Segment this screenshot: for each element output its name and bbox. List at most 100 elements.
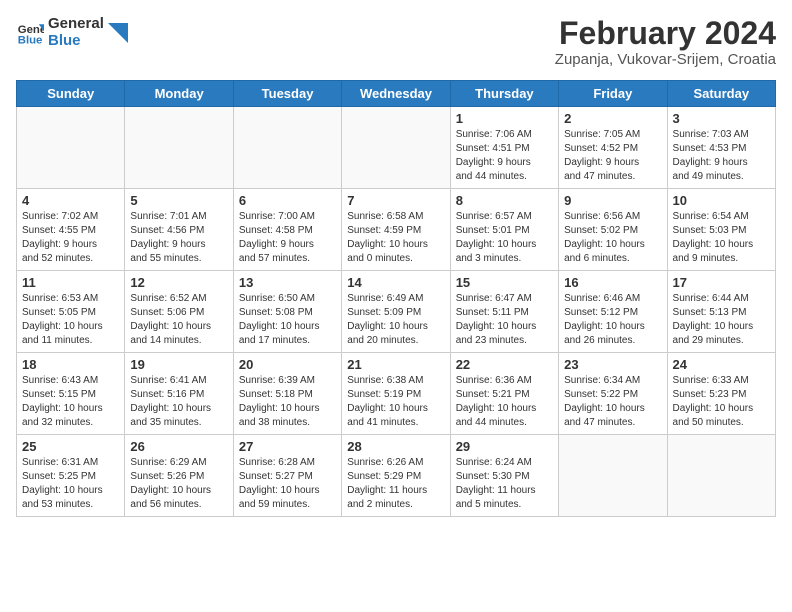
calendar-table: SundayMondayTuesdayWednesdayThursdayFrid…	[16, 80, 776, 517]
svg-text:Blue: Blue	[18, 34, 43, 46]
weekday-header: Saturday	[667, 81, 775, 107]
day-number: 8	[456, 193, 553, 208]
calendar-cell	[342, 107, 450, 189]
calendar-cell	[125, 107, 233, 189]
calendar-cell: 3 Sunrise: 7:03 AMSunset: 4:53 PMDaylight…	[667, 107, 775, 189]
calendar-cell	[17, 107, 125, 189]
calendar-title: February 2024	[555, 16, 776, 51]
day-info: Sunrise: 6:31 AMSunset: 5:25 PMDaylight:…	[22, 456, 119, 512]
page-header: General Blue General Blue February 2024 …	[16, 16, 776, 68]
day-info: Sunrise: 6:56 AMSunset: 5:02 PMDaylight:…	[564, 210, 661, 266]
calendar-cell: 15Sunrise: 6:47 AMSunset: 5:11 PMDayligh…	[450, 271, 558, 353]
calendar-cell: 7 Sunrise: 6:58 AMSunset: 4:59 PMDaylight…	[342, 189, 450, 271]
logo: General Blue General Blue	[16, 16, 128, 49]
day-number: 3	[673, 111, 770, 126]
day-info: Sunrise: 6:26 AMSunset: 5:29 PMDaylight:…	[347, 456, 444, 512]
day-info: Sunrise: 7:03 AMSunset: 4:53 PMDaylight:…	[673, 128, 770, 184]
logo-icon: General Blue	[16, 19, 44, 47]
calendar-cell: 20Sunrise: 6:39 AMSunset: 5:18 PMDayligh…	[233, 353, 341, 435]
calendar-cell: 29 Sunrise: 6:24 AMSunset: 5:30 PMDayligh…	[450, 435, 558, 517]
calendar-cell: 18 Sunrise: 6:43 AMSunset: 5:15 PMDayligh…	[17, 353, 125, 435]
day-info: Sunrise: 6:58 AMSunset: 4:59 PMDaylight:…	[347, 210, 444, 266]
day-number: 27	[239, 439, 336, 454]
day-info: Sunrise: 6:36 AMSunset: 5:21 PMDaylight:…	[456, 374, 553, 430]
calendar-cell: 19 Sunrise: 6:41 AMSunset: 5:16 PMDayligh…	[125, 353, 233, 435]
calendar-cell: 10 Sunrise: 6:54 AMSunset: 5:03 PMDayligh…	[667, 189, 775, 271]
calendar-week-row: 11 Sunrise: 6:53 AMSunset: 5:05 PMDayligh…	[17, 271, 776, 353]
day-number: 19	[130, 357, 227, 372]
calendar-cell: 25 Sunrise: 6:31 AMSunset: 5:25 PMDayligh…	[17, 435, 125, 517]
weekday-header: Wednesday	[342, 81, 450, 107]
calendar-cell: 21Sunrise: 6:38 AMSunset: 5:19 PMDayligh…	[342, 353, 450, 435]
day-number: 6	[239, 193, 336, 208]
calendar-cell	[559, 435, 667, 517]
calendar-cell: 12Sunrise: 6:52 AMSunset: 5:06 PMDayligh…	[125, 271, 233, 353]
calendar-cell: 16 Sunrise: 6:46 AMSunset: 5:12 PMDayligh…	[559, 271, 667, 353]
calendar-week-row: 18 Sunrise: 6:43 AMSunset: 5:15 PMDayligh…	[17, 353, 776, 435]
day-number: 12	[130, 275, 227, 290]
calendar-week-row: 4 Sunrise: 7:02 AMSunset: 4:55 PMDaylight…	[17, 189, 776, 271]
calendar-cell: 26 Sunrise: 6:29 AMSunset: 5:26 PMDayligh…	[125, 435, 233, 517]
weekday-header: Tuesday	[233, 81, 341, 107]
day-info: Sunrise: 6:57 AMSunset: 5:01 PMDaylight:…	[456, 210, 553, 266]
day-number: 10	[673, 193, 770, 208]
calendar-cell	[233, 107, 341, 189]
day-number: 22	[456, 357, 553, 372]
day-info: Sunrise: 6:29 AMSunset: 5:26 PMDaylight:…	[130, 456, 227, 512]
calendar-cell: 4 Sunrise: 7:02 AMSunset: 4:55 PMDaylight…	[17, 189, 125, 271]
calendar-cell: 27 Sunrise: 6:28 AMSunset: 5:27 PMDayligh…	[233, 435, 341, 517]
day-number: 7	[347, 193, 444, 208]
calendar-cell: 9 Sunrise: 6:56 AMSunset: 5:02 PMDaylight…	[559, 189, 667, 271]
day-info: Sunrise: 6:44 AMSunset: 5:13 PMDaylight:…	[673, 292, 770, 348]
day-number: 18	[22, 357, 119, 372]
day-info: Sunrise: 7:01 AMSunset: 4:56 PMDaylight:…	[130, 210, 227, 266]
day-number: 13	[239, 275, 336, 290]
day-info: Sunrise: 6:24 AMSunset: 5:30 PMDaylight:…	[456, 456, 553, 512]
day-info: Sunrise: 6:43 AMSunset: 5:15 PMDaylight:…	[22, 374, 119, 430]
calendar-cell	[667, 435, 775, 517]
calendar-week-row: 25 Sunrise: 6:31 AMSunset: 5:25 PMDayligh…	[17, 435, 776, 517]
day-info: Sunrise: 6:47 AMSunset: 5:11 PMDaylight:…	[456, 292, 553, 348]
day-number: 28	[347, 439, 444, 454]
calendar-cell: 17 Sunrise: 6:44 AMSunset: 5:13 PMDayligh…	[667, 271, 775, 353]
day-number: 9	[564, 193, 661, 208]
day-info: Sunrise: 6:50 AMSunset: 5:08 PMDaylight:…	[239, 292, 336, 348]
calendar-cell: 22 Sunrise: 6:36 AMSunset: 5:21 PMDayligh…	[450, 353, 558, 435]
calendar-week-row: 1Sunrise: 7:06 AMSunset: 4:51 PMDaylight…	[17, 107, 776, 189]
day-number: 21	[347, 357, 444, 372]
day-number: 25	[22, 439, 119, 454]
day-number: 14	[347, 275, 444, 290]
calendar-subtitle: Zupanja, Vukovar-Srijem, Croatia	[555, 51, 776, 68]
weekday-header: Friday	[559, 81, 667, 107]
calendar-cell: 13 Sunrise: 6:50 AMSunset: 5:08 PMDayligh…	[233, 271, 341, 353]
day-number: 24	[673, 357, 770, 372]
calendar-cell: 6Sunrise: 7:00 AMSunset: 4:58 PMDaylight…	[233, 189, 341, 271]
logo-arrow-icon	[108, 23, 128, 43]
day-info: Sunrise: 6:54 AMSunset: 5:03 PMDaylight:…	[673, 210, 770, 266]
day-info: Sunrise: 7:05 AMSunset: 4:52 PMDaylight:…	[564, 128, 661, 184]
day-info: Sunrise: 6:41 AMSunset: 5:16 PMDaylight:…	[130, 374, 227, 430]
day-number: 26	[130, 439, 227, 454]
calendar-cell: 8 Sunrise: 6:57 AMSunset: 5:01 PMDaylight…	[450, 189, 558, 271]
day-number: 2	[564, 111, 661, 126]
calendar-cell: 14 Sunrise: 6:49 AMSunset: 5:09 PMDayligh…	[342, 271, 450, 353]
calendar-cell: 28 Sunrise: 6:26 AMSunset: 5:29 PMDayligh…	[342, 435, 450, 517]
day-number: 16	[564, 275, 661, 290]
title-block: February 2024 Zupanja, Vukovar-Srijem, C…	[555, 16, 776, 68]
day-number: 4	[22, 193, 119, 208]
day-info: Sunrise: 7:02 AMSunset: 4:55 PMDaylight:…	[22, 210, 119, 266]
calendar-cell: 11 Sunrise: 6:53 AMSunset: 5:05 PMDayligh…	[17, 271, 125, 353]
day-info: Sunrise: 6:49 AMSunset: 5:09 PMDaylight:…	[347, 292, 444, 348]
day-number: 11	[22, 275, 119, 290]
day-info: Sunrise: 6:33 AMSunset: 5:23 PMDaylight:…	[673, 374, 770, 430]
day-number: 29	[456, 439, 553, 454]
day-info: Sunrise: 7:06 AMSunset: 4:51 PMDaylight:…	[456, 128, 553, 184]
day-number: 17	[673, 275, 770, 290]
weekday-header: Sunday	[17, 81, 125, 107]
calendar-cell: 23Sunrise: 6:34 AMSunset: 5:22 PMDayligh…	[559, 353, 667, 435]
day-info: Sunrise: 6:28 AMSunset: 5:27 PMDaylight:…	[239, 456, 336, 512]
day-info: Sunrise: 6:46 AMSunset: 5:12 PMDaylight:…	[564, 292, 661, 348]
day-info: Sunrise: 6:53 AMSunset: 5:05 PMDaylight:…	[22, 292, 119, 348]
day-number: 5	[130, 193, 227, 208]
calendar-header-row: SundayMondayTuesdayWednesdayThursdayFrid…	[17, 81, 776, 107]
